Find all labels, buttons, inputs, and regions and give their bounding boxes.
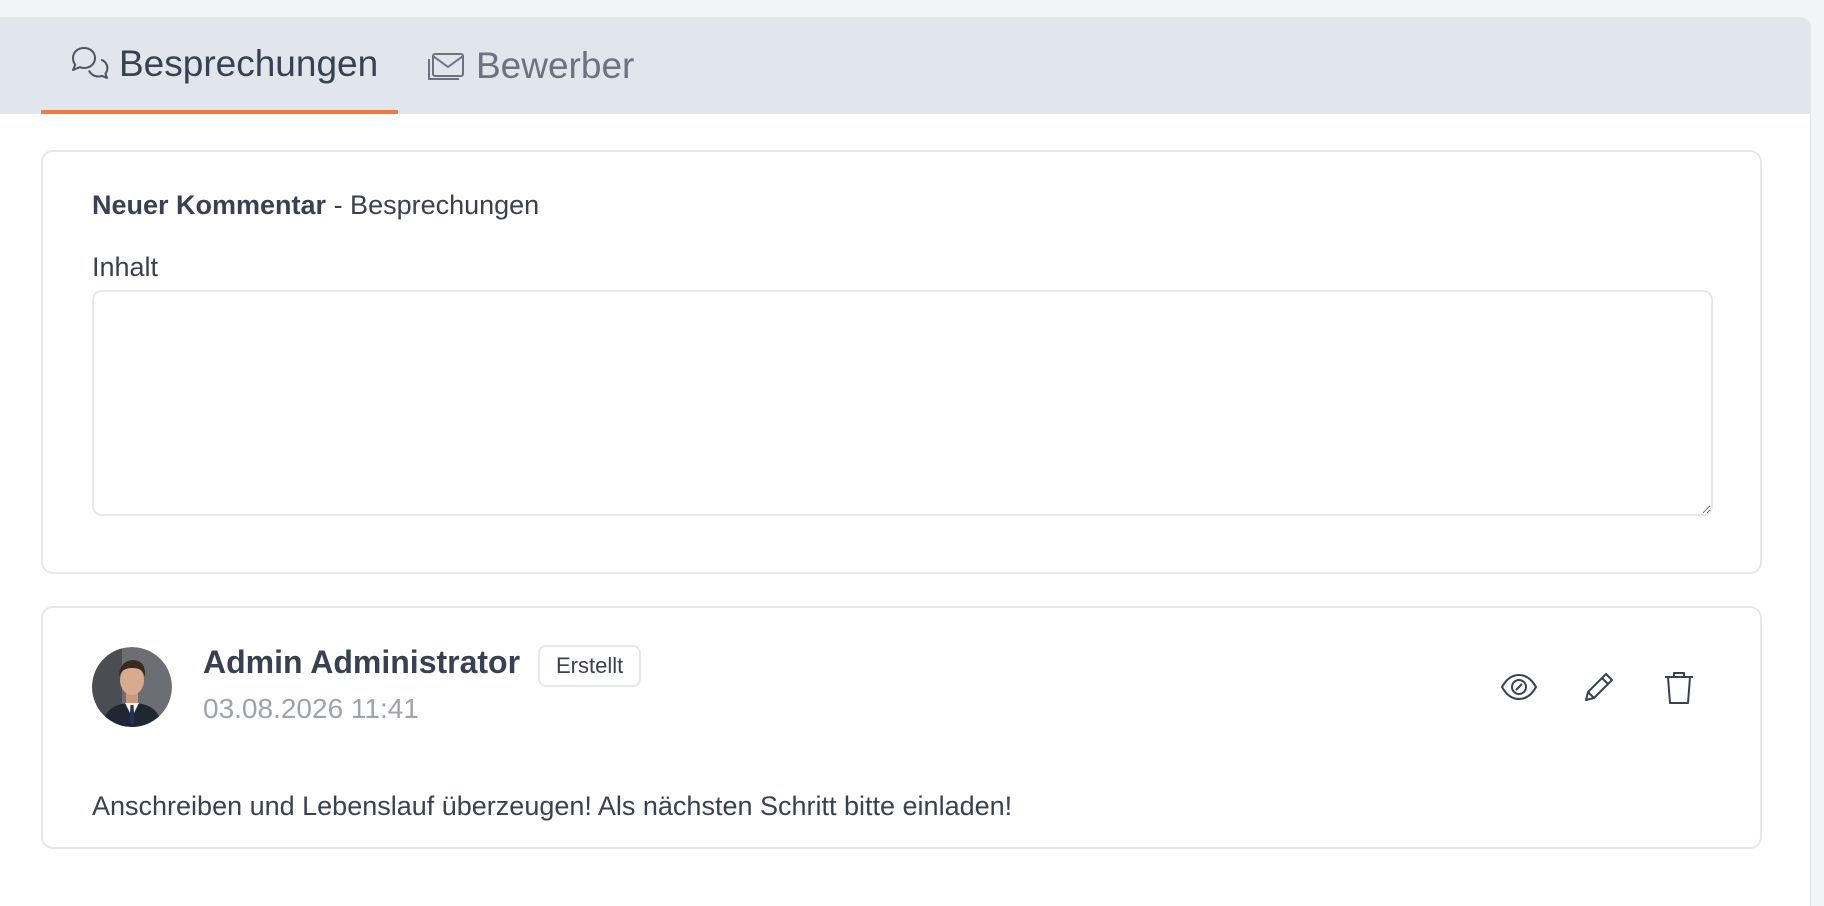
- envelope-icon: [426, 46, 466, 86]
- view-button[interactable]: [1500, 670, 1538, 708]
- comment-author: Admin Administrator: [203, 644, 521, 680]
- tab-besprechungen[interactable]: Besprechungen: [41, 17, 398, 114]
- tab-bewerber-label: Bewerber: [476, 44, 635, 86]
- avatar: [92, 647, 172, 727]
- pencil-icon: [1580, 668, 1618, 711]
- content-textarea[interactable]: [92, 290, 1713, 516]
- form-title: Neuer Kommentar - Besprechungen: [92, 190, 539, 221]
- tab-bar: Besprechungen Bewerber: [0, 17, 1810, 114]
- status-badge: Erstellt: [538, 645, 642, 687]
- comment-card: Admin Administrator Erstellt 03.08.2026 …: [41, 606, 1762, 849]
- tab-bewerber[interactable]: Bewerber: [426, 17, 634, 114]
- eye-icon: [1500, 668, 1538, 711]
- trash-icon: [1660, 668, 1698, 711]
- new-comment-form: Neuer Kommentar - Besprechungen Inhalt: [41, 150, 1762, 574]
- comment-text: Anschreiben und Lebenslauf überzeugen! A…: [92, 791, 1013, 821]
- chat-bubbles-icon: [69, 44, 109, 84]
- comment-date: 03.08.2026 11:41: [203, 693, 419, 724]
- edit-button[interactable]: [1580, 670, 1618, 708]
- comments-panel: Besprechungen Bewerber Neuer Kommentar -…: [0, 17, 1811, 906]
- tab-besprechungen-label: Besprechungen: [119, 42, 379, 84]
- form-title-bold: Neuer Kommentar: [92, 190, 327, 220]
- form-title-rest: - Besprechungen: [326, 190, 540, 220]
- content-label: Inhalt: [92, 252, 159, 282]
- comment-actions: [1500, 670, 1698, 708]
- delete-button[interactable]: [1660, 670, 1698, 708]
